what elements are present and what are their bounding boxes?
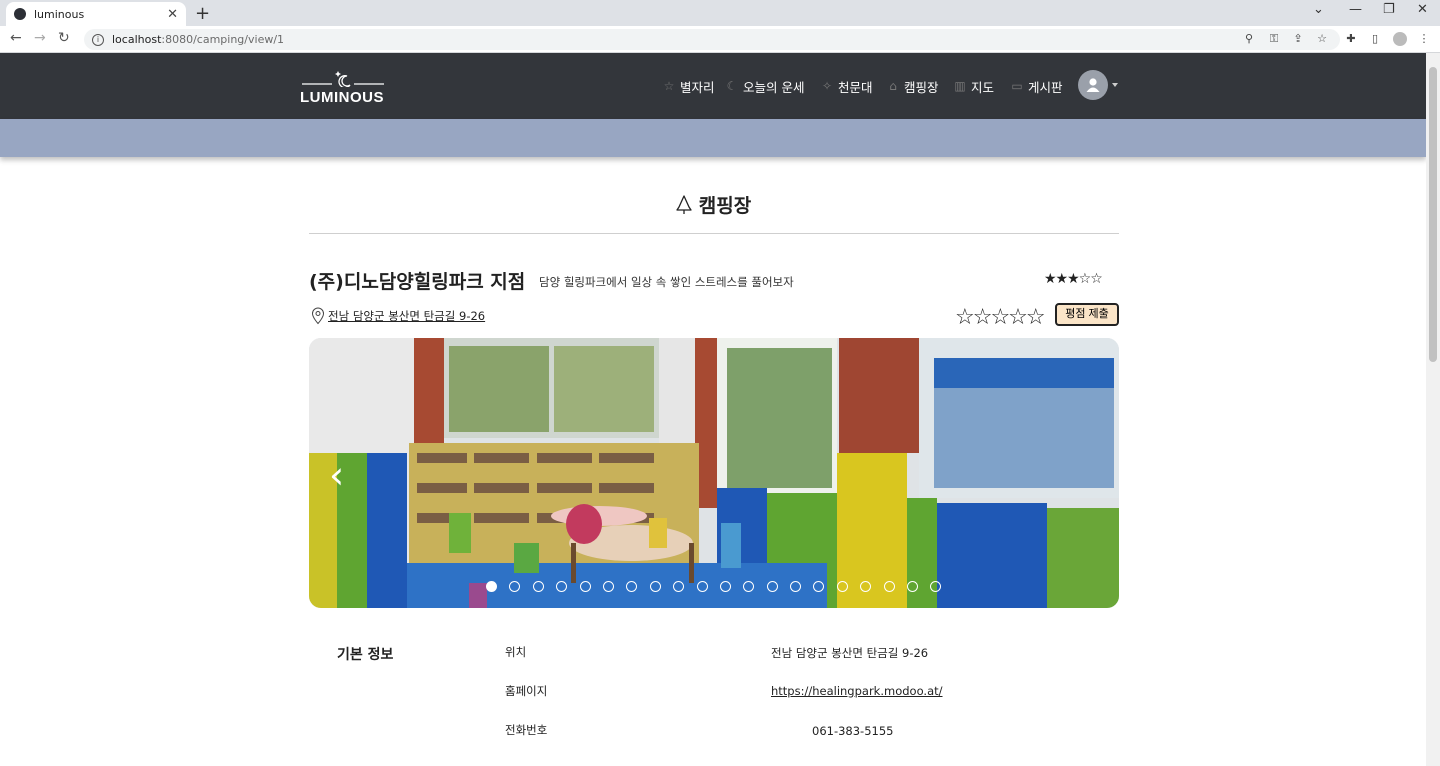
carousel-dot[interactable] [930, 581, 942, 592]
address-row: 전남 담양군 봉산면 탄금길 9-26 [311, 307, 485, 325]
browser-toolbar: ← → ↻ i localhost:8080/camping/view/1 ⚲ … [0, 26, 1440, 53]
carousel-dot[interactable] [626, 581, 638, 592]
tab-search-icon[interactable]: ⌄ [1313, 2, 1324, 17]
new-tab-button[interactable]: + [195, 3, 210, 24]
info-value-homepage-link[interactable]: https://healingpark.modoo.at/ [771, 684, 943, 698]
info-label-phone: 전화번호 [505, 723, 548, 737]
carousel-dot[interactable] [836, 581, 848, 592]
share-icon[interactable]: ⇪ [1291, 32, 1305, 46]
nav-menu-constellation[interactable]: ☆ 별자리 [662, 77, 715, 95]
carousel-indicators [486, 581, 954, 592]
camp-photo [309, 338, 1119, 608]
address-bar[interactable]: i localhost:8080/camping/view/1 [84, 29, 1340, 50]
site-logo[interactable]: LUMINOUS [300, 69, 386, 107]
carousel-dot[interactable] [766, 581, 778, 592]
logo-text: LUMINOUS [300, 89, 384, 106]
site-header: LUMINOUS ☆ 별자리 ☾ 오늘의 운세 ✧ 천문대 ⌂ 캠핑장 ▥ 지도… [0, 53, 1426, 119]
average-rating-stars: ★★★☆☆ [1044, 271, 1103, 287]
location-icon[interactable]: ⚲ [1242, 32, 1256, 46]
nav-menu-fortune[interactable]: ☾ 오늘의 운세 [725, 77, 805, 95]
carousel-dot[interactable] [509, 581, 521, 592]
location-pin-icon [311, 307, 325, 325]
photo-carousel: ‹ [309, 338, 1119, 608]
url-host: localhost [112, 33, 162, 46]
carousel-dot[interactable] [813, 581, 825, 592]
carousel-dot[interactable] [602, 581, 614, 592]
camp-subtitle: 담양 힐링파크에서 일상 속 쌓인 스트레스를 풀어보자 [539, 275, 794, 289]
tab-title: luminous [34, 7, 85, 21]
carousel-dot[interactable] [579, 581, 591, 592]
info-label-homepage: 홈페이지 [505, 684, 548, 698]
section-title-text: 캠핑장 [698, 195, 752, 217]
browser-tabbar: luminous ✕ + ⌄ — ❐ ✕ [0, 0, 1440, 26]
minimize-button[interactable]: — [1349, 2, 1362, 17]
nav-menu-map[interactable]: ▥ 지도 [953, 77, 994, 95]
nav-menu-label: 오늘의 운세 [743, 79, 805, 95]
carousel-dot[interactable] [532, 581, 544, 592]
carousel-dot[interactable] [556, 581, 568, 592]
carousel-dot[interactable] [883, 581, 895, 592]
page-banner [0, 119, 1426, 157]
site-info-icon[interactable]: i [92, 33, 104, 46]
carousel-dot[interactable] [696, 581, 708, 592]
section-title: 캠핑장 [0, 191, 1426, 218]
scrollbar-thumb[interactable] [1429, 67, 1437, 362]
section-divider [309, 233, 1119, 234]
page-scrollbar[interactable] [1426, 53, 1440, 766]
carousel-dot[interactable] [673, 581, 685, 592]
info-heading: 기본 정보 [337, 647, 394, 663]
url-path: :8080/camping/view/1 [161, 33, 285, 46]
extensions-icon[interactable]: ✚ [1344, 32, 1358, 46]
nav-menu-observatory[interactable]: ✧ 천문대 [820, 77, 873, 95]
side-panel-icon[interactable]: ▯ [1368, 32, 1382, 46]
rating-input-stars[interactable]: ☆☆☆☆☆ [955, 305, 1046, 330]
map-icon: ▥ [954, 79, 966, 93]
favicon-icon [14, 8, 26, 20]
page-viewport: LUMINOUS ☆ 별자리 ☾ 오늘의 운세 ✧ 천문대 ⌂ 캠핑장 ▥ 지도… [0, 53, 1426, 766]
bookmark-star-icon[interactable]: ☆ [1315, 32, 1329, 46]
forward-button[interactable]: → [34, 30, 46, 46]
user-avatar[interactable] [1078, 70, 1108, 100]
profile-icon[interactable] [1393, 32, 1407, 46]
carousel-dot[interactable] [486, 581, 497, 592]
user-menu-caret-icon[interactable] [1112, 83, 1118, 87]
carousel-dot[interactable] [743, 581, 755, 592]
tree-icon: ⌂ [889, 79, 897, 93]
tree-icon [676, 195, 692, 214]
nav-menu-label: 지도 [971, 79, 995, 95]
user-icon [1086, 78, 1100, 92]
submit-rating-button[interactable]: 평점 제출 [1055, 303, 1119, 326]
info-label-location: 위치 [505, 645, 527, 659]
sparkle-icon: ✧ [821, 79, 833, 93]
key-icon[interactable]: ⚿ [1267, 32, 1281, 46]
tab-close-icon[interactable]: ✕ [167, 7, 178, 22]
carousel-dot[interactable] [719, 581, 731, 592]
nav-menu-board[interactable]: ▭ 게시판 [1010, 77, 1063, 95]
restore-button[interactable]: ❐ [1383, 2, 1395, 17]
carousel-dot[interactable] [860, 581, 872, 592]
nav-menu-label: 천문대 [838, 79, 873, 95]
moon-icon: ☾ [726, 79, 738, 93]
carousel-dot[interactable] [649, 581, 661, 592]
nav-menu-label: 게시판 [1028, 79, 1063, 95]
info-value-location: 전남 담양군 봉산면 탄금길 9-26 [771, 646, 929, 660]
close-window-button[interactable]: ✕ [1417, 2, 1428, 17]
browser-menu-icon[interactable]: ⋮ [1417, 32, 1431, 46]
address-link[interactable]: 전남 담양군 봉산면 탄금길 9-26 [328, 308, 485, 324]
browser-tab[interactable]: luminous ✕ [6, 2, 186, 26]
nav-menu-label: 별자리 [680, 79, 715, 95]
nav-menu-label: 캠핑장 [904, 79, 939, 95]
carousel-prev-button[interactable]: ‹ [329, 453, 344, 497]
carousel-dot[interactable] [790, 581, 802, 592]
star-icon: ☆ [663, 79, 675, 93]
reload-button[interactable]: ↻ [58, 30, 70, 46]
nav-menu-camping[interactable]: ⌂ 캠핑장 [886, 77, 939, 95]
clipboard-icon: ▭ [1011, 79, 1023, 93]
back-button[interactable]: ← [10, 30, 22, 46]
carousel-dot[interactable] [907, 581, 919, 592]
logo-moon-icon [302, 71, 384, 87]
camp-name: (주)디노담양힐링파크 지점 [309, 271, 526, 293]
info-value-phone: 061-383-5155 [812, 724, 894, 738]
